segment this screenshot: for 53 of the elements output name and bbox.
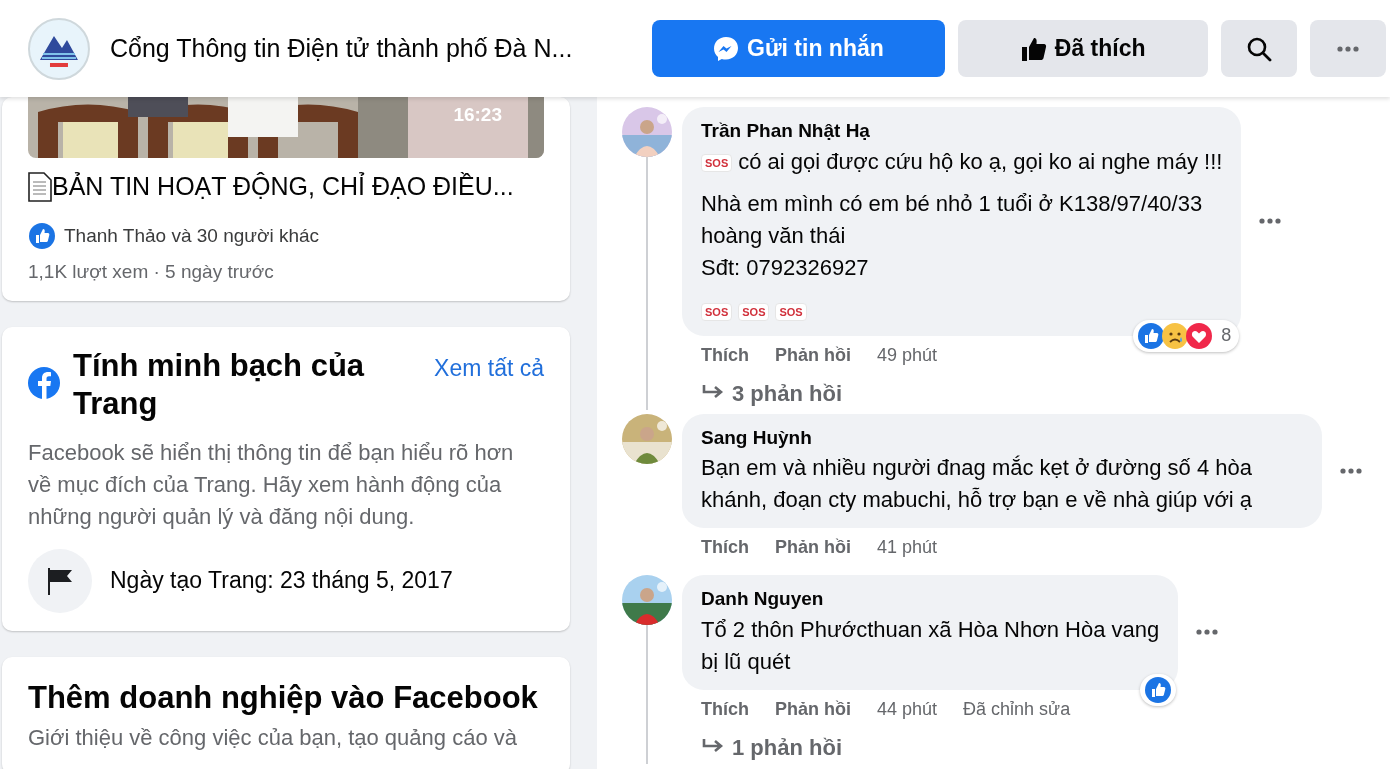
- video-meta: 1,1K lượt xem · 5 ngày trước: [28, 260, 275, 284]
- section-description: Facebook sẽ hiển thị thông tin để bạn hiểu rõ hơn về mục đích của Trang. Hãy xem hành động của những người quản lý và đăng nội dung.: [28, 438, 515, 531]
- more-icon: [1337, 45, 1360, 52]
- comment-time: 44 phút: [877, 697, 938, 721]
- see-all-link[interactable]: Xem tất cả: [434, 350, 544, 385]
- search-icon: [1246, 35, 1273, 62]
- comment-text: Nhà em mình có em bé nhỏ 1 tuổi ở K138/97/40/33 hoàng văn thái Sđt: 0792326927: [701, 189, 1204, 282]
- reply-link[interactable]: Phản hồi: [775, 695, 851, 723]
- comment-author[interactable]: Danh Nguyen: [701, 585, 1160, 614]
- view-replies-link[interactable]: 1 phản hồi: [702, 730, 1219, 764]
- reaction-summary[interactable]: Thanh Thảo và 30 người khác: [64, 221, 320, 250]
- comment-text: Tổ 2 thôn Phướcthuan xã Hòa Nhơn Hòa vang bị lũ quét: [701, 615, 1160, 676]
- video-duration: 16:23: [453, 103, 502, 127]
- comment-author[interactable]: Sang Huỳnh: [701, 423, 1303, 452]
- send-message-button[interactable]: Gửi tin nhắn: [651, 20, 946, 77]
- reply-link[interactable]: Phản hồi: [775, 534, 851, 561]
- comment-time: 41 phút: [877, 536, 938, 559]
- sos-emoji: SOS: [701, 153, 733, 172]
- comment-time: 49 phút: [877, 343, 938, 367]
- section-description: Giới thiệu về công việc của bạn, tạo quảng cáo và: [28, 724, 518, 752]
- like-link[interactable]: Thích: [701, 534, 749, 561]
- sos-emoji: SOS: [775, 303, 807, 322]
- document-icon: [28, 171, 52, 202]
- section-title: Thêm doanh nghiệp vào Facebook: [28, 678, 539, 717]
- logo-icon: [28, 366, 60, 399]
- like-link[interactable]: Thích: [701, 695, 749, 723]
- sos-emoji: SOS: [701, 303, 733, 322]
- reaction-count[interactable]: 8: [1133, 319, 1240, 352]
- comment-text: Bạn em và nhiều người đnag mắc kẹt ở đường số 4 hòa khánh, đoạn cty mabuchi, hỗ trợ bạn e về nhà giúp với ạ: [701, 454, 1254, 514]
- page-title: Cổng Thông tin Điện tử thành phố Đà N...: [109, 32, 574, 64]
- comment-text: SOS có ai gọi được cứu hộ ko ạ, gọi ko ai nghe máy !!!: [701, 145, 1223, 178]
- like-icon: [1137, 321, 1166, 350]
- view-replies-link[interactable]: 3 phản hồi: [702, 376, 1282, 410]
- section-title: Tính minh bạch của Trang: [73, 346, 366, 423]
- edited-label: Đã chỉnh sửa: [963, 697, 1071, 721]
- logo: [28, 17, 90, 80]
- like-icon: [28, 221, 56, 250]
- liked-button[interactable]: Đã thích: [958, 20, 1209, 77]
- sos-emoji: SOS: [738, 303, 770, 322]
- thumbs-up-icon: [1020, 35, 1047, 62]
- more-icon[interactable]: [1259, 218, 1282, 225]
- reaction-count[interactable]: [1140, 673, 1177, 706]
- like-link[interactable]: Thích: [701, 341, 749, 369]
- video-title[interactable]: BẢN TIN HOẠT ĐỘNG, CHỈ ĐẠO ĐIỀU...: [52, 168, 514, 206]
- sad-face-icon: [1161, 321, 1190, 350]
- reply-link[interactable]: Phản hồi: [775, 341, 851, 369]
- more-icon[interactable]: [1340, 467, 1362, 474]
- comment-author[interactable]: Trần Phan Nhật Hạ: [701, 117, 1223, 146]
- more-icon[interactable]: [1196, 629, 1219, 636]
- page-created-date: Ngày tạo Trang: 23 tháng 5, 2017: [110, 566, 453, 596]
- messenger-icon: [713, 35, 740, 62]
- like-icon: [1144, 675, 1173, 704]
- search-button[interactable]: [1221, 20, 1298, 77]
